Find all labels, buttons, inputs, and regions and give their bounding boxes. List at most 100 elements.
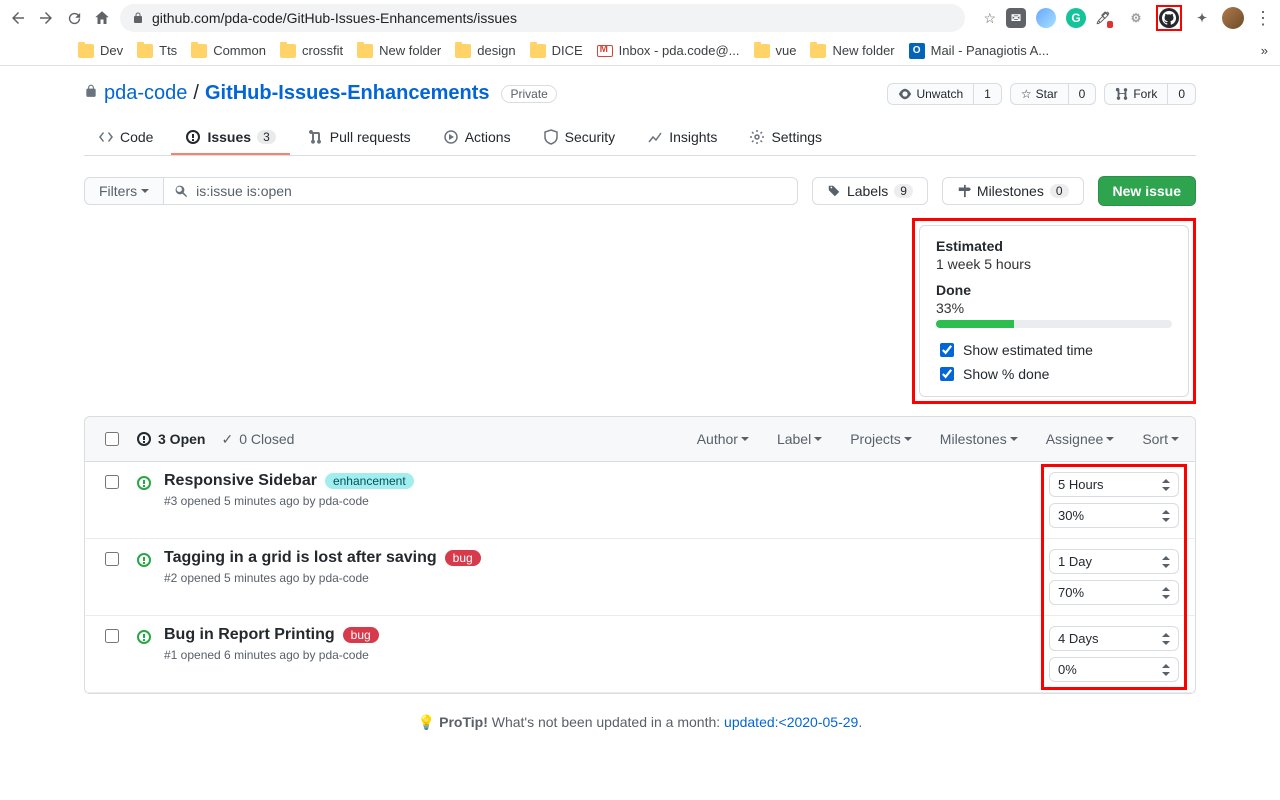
issue-meta: #2 opened 5 minutes ago by pda-code bbox=[164, 571, 1049, 585]
bookmarks-bar: Dev Tts Common crossfit New folder design DICE… bbox=[0, 36, 1280, 66]
done-select[interactable]: 0% bbox=[1049, 657, 1179, 682]
bookmark-item[interactable]: Common bbox=[191, 43, 266, 58]
show-estimated-checkbox[interactable]: Show estimated time bbox=[936, 340, 1172, 360]
issue-row: Responsive Sidebar enhancement #3 opened … bbox=[85, 462, 1195, 539]
label-filter[interactable]: Label bbox=[777, 431, 822, 447]
select-all-checkbox[interactable] bbox=[105, 432, 119, 446]
issue-controls: 1 Day 70% bbox=[1049, 549, 1179, 605]
estimate-select[interactable]: 4 Days bbox=[1049, 626, 1179, 651]
row-checkbox[interactable] bbox=[105, 552, 119, 566]
bookmark-item[interactable]: design bbox=[455, 43, 515, 58]
protip-link[interactable]: updated:<2020-05-29 bbox=[724, 714, 858, 730]
issue-title-link[interactable]: Bug in Report Printing bbox=[164, 626, 335, 644]
home-icon[interactable] bbox=[92, 8, 112, 28]
tab-settings[interactable]: Settings bbox=[735, 121, 836, 155]
bookmark-icon bbox=[597, 45, 613, 57]
issue-label[interactable]: enhancement bbox=[325, 473, 414, 489]
bookmark-icon bbox=[455, 44, 471, 58]
summary-panel: Estimated 1 week 5 hours Done 33% Show e… bbox=[919, 225, 1189, 397]
check-icon: ✓ bbox=[221, 431, 233, 448]
settings-ext-icon[interactable]: ⚙ bbox=[1126, 8, 1146, 28]
protip: 💡 ProTip! What's not been updated in a m… bbox=[84, 714, 1196, 731]
bookmark-item[interactable]: DICE bbox=[530, 43, 583, 58]
fork-icon bbox=[1115, 87, 1129, 101]
bookmark-item[interactable]: Dev bbox=[78, 43, 123, 58]
bookmark-icon bbox=[530, 44, 546, 58]
repo-name-link[interactable]: GitHub-Issues-Enhancements bbox=[205, 82, 490, 105]
issue-label[interactable]: bug bbox=[445, 550, 481, 566]
tab-code[interactable]: Code bbox=[84, 121, 167, 155]
row-checkbox[interactable] bbox=[105, 629, 119, 643]
visibility-badge: Private bbox=[501, 85, 556, 103]
chrome-menu-icon[interactable]: ⋮ bbox=[1254, 8, 1272, 29]
issue-meta: #3 opened 5 minutes ago by pda-code bbox=[164, 494, 1049, 508]
tab-security[interactable]: Security bbox=[529, 121, 630, 155]
bookmarks-overflow[interactable]: » bbox=[1261, 43, 1268, 58]
bookmark-icon bbox=[810, 44, 826, 58]
sort-filter[interactable]: Sort bbox=[1142, 431, 1179, 447]
show-done-checkbox[interactable]: Show % done bbox=[936, 364, 1172, 384]
bookmark-item[interactable]: New folder bbox=[810, 43, 894, 58]
issue-controls: 4 Days 0% bbox=[1049, 626, 1179, 682]
extensions-icon[interactable]: ✦ bbox=[1192, 8, 1212, 28]
bookmark-icon bbox=[78, 44, 94, 58]
ext-icon[interactable] bbox=[1036, 8, 1056, 28]
bookmark-item[interactable]: Tts bbox=[137, 43, 177, 58]
bookmark-icon bbox=[754, 44, 770, 58]
bookmark-icon bbox=[137, 44, 153, 58]
reload-icon[interactable] bbox=[64, 8, 84, 28]
bookmark-item[interactable]: OMail - Panagiotis A... bbox=[909, 43, 1050, 59]
filters-button[interactable]: Filters bbox=[84, 177, 164, 205]
star-button[interactable]: ☆Star 0 bbox=[1010, 83, 1096, 105]
open-issue-icon bbox=[136, 629, 152, 682]
issue-label[interactable]: bug bbox=[343, 627, 379, 643]
bookmark-item[interactable]: New folder bbox=[357, 43, 441, 58]
bookmark-item[interactable]: vue bbox=[754, 43, 797, 58]
estimate-select[interactable]: 1 Day bbox=[1049, 549, 1179, 574]
bookmark-icon bbox=[191, 44, 207, 58]
milestones-button[interactable]: Milestones0 bbox=[942, 177, 1084, 205]
search-input[interactable]: is:issue is:open bbox=[164, 177, 798, 205]
ext-dropper-icon[interactable]: 🖊 bbox=[1096, 8, 1116, 28]
new-issue-button[interactable]: New issue bbox=[1098, 176, 1196, 206]
done-select[interactable]: 30% bbox=[1049, 503, 1179, 528]
milestones-filter[interactable]: Milestones bbox=[940, 431, 1018, 447]
star-icon[interactable]: ☆ bbox=[983, 10, 996, 27]
issue-title-link[interactable]: Responsive Sidebar bbox=[164, 472, 317, 490]
search-icon bbox=[174, 184, 188, 198]
profile-avatar[interactable] bbox=[1222, 7, 1244, 29]
issue-title-link[interactable]: Tagging in a grid is lost after saving bbox=[164, 549, 437, 567]
github-ext-highlight bbox=[1156, 5, 1182, 31]
gmail-ext-icon[interactable]: ✉ bbox=[1006, 8, 1026, 28]
estimate-select[interactable]: 5 Hours bbox=[1049, 472, 1179, 497]
author-filter[interactable]: Author bbox=[697, 431, 749, 447]
tab-issues[interactable]: Issues3 bbox=[171, 121, 289, 155]
fork-button[interactable]: Fork 0 bbox=[1104, 83, 1196, 105]
back-icon[interactable] bbox=[8, 8, 28, 28]
labels-button[interactable]: Labels9 bbox=[812, 177, 928, 205]
forward-icon[interactable] bbox=[36, 8, 56, 28]
bookmark-item[interactable]: crossfit bbox=[280, 43, 343, 58]
estimated-value: 1 week 5 hours bbox=[936, 256, 1172, 272]
address-bar[interactable]: github.com/pda-code/GitHub-Issues-Enhanc… bbox=[120, 4, 965, 32]
estimated-label: Estimated bbox=[936, 238, 1172, 254]
tab-insights[interactable]: Insights bbox=[633, 121, 731, 155]
row-checkbox[interactable] bbox=[105, 475, 119, 489]
issue-row: Tagging in a grid is lost after saving bu… bbox=[85, 539, 1195, 616]
github-ext-icon[interactable] bbox=[1159, 8, 1179, 28]
issue-meta: #1 opened 6 minutes ago by pda-code bbox=[164, 648, 1049, 662]
done-select[interactable]: 70% bbox=[1049, 580, 1179, 605]
repo-owner-link[interactable]: pda-code bbox=[104, 82, 187, 105]
star-icon: ☆ bbox=[1021, 87, 1032, 101]
url-text: github.com/pda-code/GitHub-Issues-Enhanc… bbox=[152, 10, 517, 26]
tab-pulls[interactable]: Pull requests bbox=[294, 121, 425, 155]
assignee-filter[interactable]: Assignee bbox=[1046, 431, 1115, 447]
unwatch-button[interactable]: Unwatch 1 bbox=[887, 83, 1001, 105]
projects-filter[interactable]: Projects bbox=[850, 431, 912, 447]
tab-actions[interactable]: Actions bbox=[429, 121, 525, 155]
closed-issues-filter[interactable]: ✓0 Closed bbox=[221, 431, 294, 448]
open-issues-filter[interactable]: 3 Open bbox=[136, 431, 205, 447]
bookmark-item[interactable]: Inbox - pda.code@... bbox=[597, 43, 740, 58]
bookmark-icon: O bbox=[909, 43, 925, 59]
grammarly-icon[interactable]: G bbox=[1066, 8, 1086, 28]
